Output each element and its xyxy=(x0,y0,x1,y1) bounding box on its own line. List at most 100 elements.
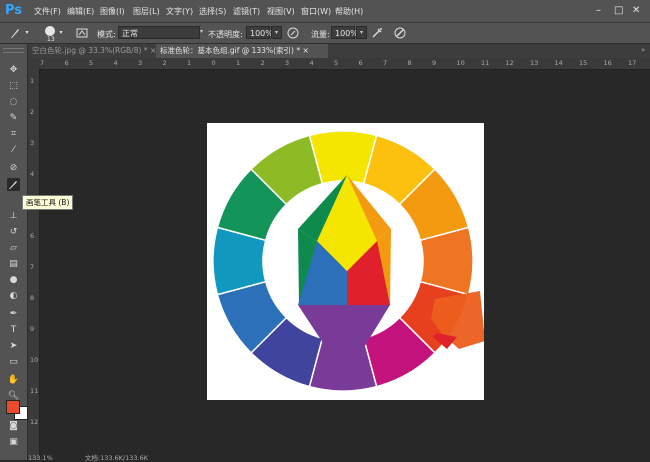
pen-tool-icon[interactable]: ✒ xyxy=(7,308,20,321)
brush-size-dot-icon[interactable] xyxy=(45,26,55,36)
menu-edit[interactable]: 编辑(E) xyxy=(67,6,94,17)
ruler-left-tick: 2 xyxy=(30,108,35,116)
eyedropper-tool-icon[interactable]: ⁄ xyxy=(7,144,20,157)
ruler-top-tick: 1 xyxy=(236,59,241,67)
blur-tool-icon[interactable]: ● xyxy=(7,274,20,287)
ruler-top-tick: 11 xyxy=(481,59,490,67)
ruler-top-tick: 5 xyxy=(334,59,339,67)
close-window-button[interactable]: ✕ xyxy=(632,5,640,16)
ruler-top-tick: 5 xyxy=(89,59,94,67)
hand-tool-icon[interactable]: ✋ xyxy=(7,374,20,387)
brush-size-arrow-icon[interactable]: ▾ xyxy=(58,26,64,40)
tab-standard-color-wheel[interactable]: 标准色轮：基本色组.gif @ 133%(索引) * × xyxy=(156,44,328,58)
ruler-top-tick: 9 xyxy=(432,59,437,67)
quick-select-tool-icon[interactable]: ✎ xyxy=(7,112,20,125)
ruler-top-tick: 10 xyxy=(456,59,465,67)
ruler-top-tick: 4 xyxy=(113,59,118,67)
ruler-top-tick: 2 xyxy=(162,59,167,67)
color-wheel-image xyxy=(212,130,485,392)
tab-label: 标准色轮：基本色组.gif @ 133%(索引) * xyxy=(160,46,301,55)
ruler-top-tick: 3 xyxy=(138,59,143,67)
flow-label: 流量: xyxy=(311,30,330,39)
tab-blank-color-wheel[interactable]: 空白色轮.jpg @ 33.3%(RGB/8) * × xyxy=(28,44,156,58)
toolbar-grip[interactable] xyxy=(3,48,24,53)
ruler-top-tick: 2 xyxy=(260,59,265,67)
tab-overflow-icon[interactable]: » xyxy=(641,46,645,54)
tab-close-icon[interactable]: × xyxy=(302,46,308,55)
ruler-top-tick: 0 xyxy=(211,59,216,67)
history-brush-tool-icon[interactable]: ↺ xyxy=(7,226,20,239)
brush-tool-icon[interactable] xyxy=(7,178,20,191)
ruler-top-tick: 7 xyxy=(40,59,45,67)
crop-tool-icon[interactable]: ⌗ xyxy=(7,128,20,141)
opacity-dropdown-icon[interactable]: ▾ xyxy=(271,26,282,39)
gradient-tool-icon[interactable]: ▤ xyxy=(7,258,20,271)
ruler-left-tick: 10 xyxy=(30,356,39,364)
screen-mode-icon[interactable]: ▣ xyxy=(7,436,20,449)
ruler-top-tick: 17 xyxy=(628,59,637,67)
menu-view[interactable]: 视图(V) xyxy=(267,6,295,17)
mode-label: 模式: xyxy=(97,30,116,39)
ruler-top-tick: 4 xyxy=(309,59,314,67)
zoom-level[interactable]: 133.1% xyxy=(28,454,53,462)
mode-select[interactable]: 正常 xyxy=(118,26,200,39)
dodge-tool-icon[interactable]: ◐ xyxy=(7,290,20,303)
menu-image[interactable]: 图像(I) xyxy=(100,6,125,17)
ruler-top-tick: 6 xyxy=(358,59,363,67)
menu-filter[interactable]: 滤镜(T) xyxy=(233,6,260,17)
move-tool-icon[interactable]: ✥ xyxy=(7,64,20,77)
healing-brush-tool-icon[interactable]: ⊘ xyxy=(7,162,20,175)
photoshop-logo: Ps xyxy=(5,3,23,18)
ruler-left-tick: 6 xyxy=(30,232,35,240)
type-tool-icon[interactable]: T xyxy=(7,324,20,337)
clone-stamp-tool-icon[interactable]: ⊥ xyxy=(7,210,20,223)
ruler-top-tick: 3 xyxy=(285,59,290,67)
ruler-top-tick: 1 xyxy=(187,59,192,67)
ruler-left-tick: 3 xyxy=(30,139,35,147)
flow-input[interactable]: 100% xyxy=(331,26,358,39)
opacity-label: 不透明度: xyxy=(208,30,243,39)
opacity-input[interactable]: 100% xyxy=(246,26,273,39)
opacity-pressure-icon[interactable] xyxy=(286,26,300,40)
ruler-top-tick: 8 xyxy=(407,59,412,67)
ruler-left-tick: 7 xyxy=(30,263,35,271)
menu-type[interactable]: 文字(Y) xyxy=(166,6,193,17)
foreground-color-swatch[interactable] xyxy=(6,400,20,414)
size-pressure-icon[interactable] xyxy=(393,26,407,40)
menu-help[interactable]: 帮助(H) xyxy=(335,6,363,17)
brush-preset-icon[interactable] xyxy=(8,26,22,40)
ruler-top-tick: 14 xyxy=(554,59,563,67)
ruler-top-tick: 15 xyxy=(579,59,588,67)
marquee-tool-icon[interactable]: ⬚ xyxy=(7,80,20,93)
eraser-tool-icon[interactable]: ▱ xyxy=(7,242,20,255)
flow-dropdown-icon[interactable]: ▾ xyxy=(356,26,367,39)
ruler-left-tick: 4 xyxy=(30,170,35,178)
airbrush-icon[interactable] xyxy=(370,26,384,40)
maximize-button[interactable]: □ xyxy=(614,5,623,16)
brush-preset-arrow-icon[interactable]: ▾ xyxy=(24,26,30,40)
ruler-top-tick: 13 xyxy=(530,59,539,67)
ruler-top-tick: 7 xyxy=(383,59,388,67)
menu-select[interactable]: 选择(S) xyxy=(199,6,226,17)
ruler-left-tick: 9 xyxy=(30,325,35,333)
mode-dropdown-icon[interactable]: ▾ xyxy=(196,26,207,39)
menu-file[interactable]: 文件(F) xyxy=(34,6,61,17)
vertical-ruler: 123456789101112 xyxy=(28,69,40,460)
menu-window[interactable]: 窗口(W) xyxy=(301,6,331,17)
status-bar: 133.1% 文档:133.6K/133.6K xyxy=(28,452,228,462)
tools-panel: ✥ ⬚ ◌ ✎ ⌗ ⁄ ⊘ ⊥ ↺ ▱ ▤ ● ◐ ✒ T ➤ ▭ ✋ 🔍︎ ·… xyxy=(0,44,28,460)
options-bar: ▾ 13 ▾ 模式: 正常 ▾ 不透明度: 100% ▾ 流量: 100% ▾ xyxy=(0,23,650,44)
brush-panel-toggle-icon[interactable] xyxy=(75,26,89,40)
ruler-top-tick: 16 xyxy=(603,59,612,67)
shape-tool-icon[interactable]: ▭ xyxy=(7,356,20,369)
horizontal-ruler: 7 6 5 4 3 2 1 0 1 2 3 4 5 6 7 8 9 10 11 12 13 14 15 16 17 xyxy=(28,58,650,70)
menu-layer[interactable]: 图层(L) xyxy=(133,6,160,17)
tab-label: 空白色轮.jpg @ 33.3%(RGB/8) * xyxy=(32,46,148,55)
quick-mask-icon[interactable]: ◙ xyxy=(7,420,20,433)
ruler-top-tick: 6 xyxy=(64,59,69,67)
lasso-tool-icon[interactable]: ◌ xyxy=(7,96,20,109)
minimize-button[interactable]: – xyxy=(596,5,601,16)
document-canvas[interactable] xyxy=(207,123,485,400)
menu-bar: Ps 文件(F) 编辑(E) 图像(I) 图层(L) 文字(Y) 选择(S) 滤… xyxy=(0,0,650,23)
path-select-tool-icon[interactable]: ➤ xyxy=(7,340,20,353)
